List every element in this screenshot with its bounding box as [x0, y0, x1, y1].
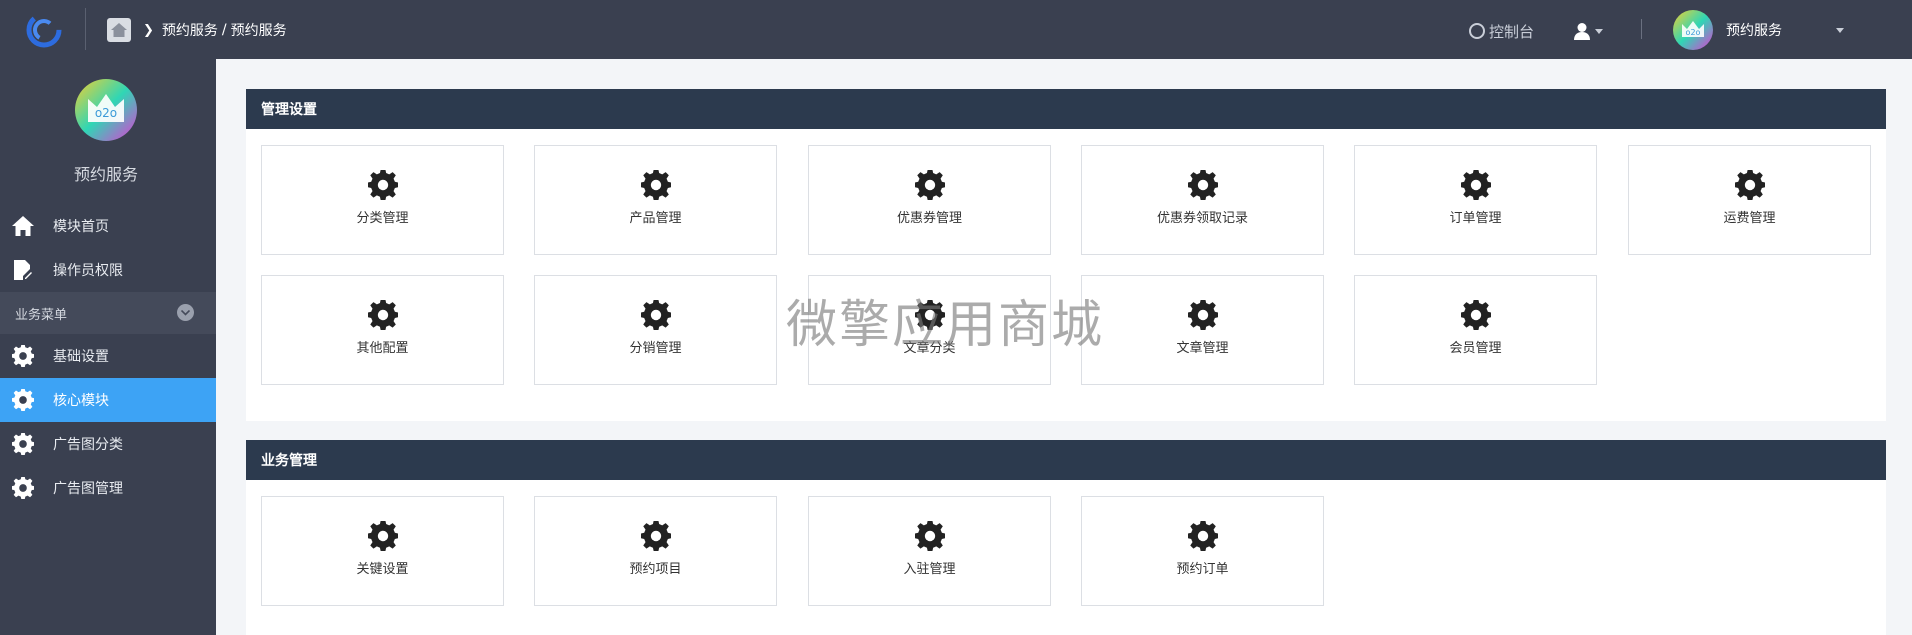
tile-key-settings[interactable]: 关键设置: [261, 496, 504, 606]
panel-title: 业务管理: [246, 440, 1886, 480]
header-divider: [1641, 19, 1642, 39]
tile-label: 预约订单: [1176, 562, 1229, 577]
module-title: 预约服务: [73, 165, 138, 184]
breadcrumb-section[interactable]: 预约服务: [162, 20, 218, 40]
gear-icon: [1461, 300, 1491, 330]
tile-merchant-onboarding[interactable]: 入驻管理: [808, 496, 1051, 606]
document-edit-icon: [12, 259, 34, 281]
header-divider: [85, 8, 86, 50]
gear-icon: [1735, 170, 1765, 200]
sidebar-item-label: 模块首页: [53, 219, 109, 235]
breadcrumb: ❯ 预约服务 / 预约服务: [143, 18, 287, 42]
tile-label: 产品管理: [629, 211, 682, 226]
avatar[interactable]: o2o: [1673, 10, 1713, 50]
tile-label: 优惠券领取记录: [1156, 211, 1248, 226]
tile-label: 其他配置: [356, 341, 409, 356]
gear-icon: [368, 170, 398, 200]
tile-label: 优惠券管理: [896, 211, 962, 226]
sidebar-section-label: 业务菜单: [15, 307, 68, 323]
console-link[interactable]: 控制台: [1469, 19, 1534, 43]
chevron-right-icon: ❯: [143, 22, 154, 38]
sidebar-item-label: 操作员权限: [53, 263, 123, 279]
tile-distribution-management[interactable]: 分销管理: [534, 275, 777, 385]
sidebar-item-operator-permissions[interactable]: 操作员权限: [0, 248, 216, 292]
module-avatar: o2o: [75, 79, 137, 141]
tile-booking-items[interactable]: 预约项目: [534, 496, 777, 606]
tile-label: 关键设置: [356, 562, 409, 577]
gear-icon: [641, 300, 671, 330]
home-icon: [111, 23, 127, 37]
tile-booking-orders[interactable]: 预约订单: [1081, 496, 1324, 606]
sidebar-item-ad-management[interactable]: 广告图管理: [0, 466, 216, 510]
tile-label: 运费管理: [1723, 211, 1776, 226]
tile-label: 分销管理: [629, 341, 682, 356]
gear-icon: [641, 170, 671, 200]
user-menu-dropdown[interactable]: [1573, 20, 1603, 42]
svg-text:o2o: o2o: [1686, 28, 1701, 37]
gear-icon: [915, 521, 945, 551]
tile-category-management[interactable]: 分类管理: [261, 145, 504, 255]
watermark: 微擎应用商城: [786, 296, 1105, 355]
caret-down-icon: [1595, 28, 1603, 34]
top-bar: ❯ 预约服务 / 预约服务 控制台 o2o 预约服务: [0, 0, 1912, 59]
tile-label: 会员管理: [1449, 341, 1502, 356]
sidebar-item-basic-settings[interactable]: 基础设置: [0, 334, 216, 378]
tile-order-management[interactable]: 订单管理: [1354, 145, 1597, 255]
sidebar-item-label: 基础设置: [53, 349, 109, 365]
chevron-down-icon[interactable]: [177, 304, 194, 321]
tile-product-management[interactable]: 产品管理: [534, 145, 777, 255]
tile-member-management[interactable]: 会员管理: [1354, 275, 1597, 385]
gear-icon: [1188, 170, 1218, 200]
tile-coupon-claim-records[interactable]: 优惠券领取记录: [1081, 145, 1324, 255]
home-button[interactable]: [107, 18, 131, 42]
gear-icon: [1461, 170, 1491, 200]
gear-icon: [12, 389, 34, 411]
gear-icon: [1188, 300, 1218, 330]
tile-label: 入驻管理: [903, 562, 956, 577]
user-name[interactable]: 预约服务: [1726, 20, 1782, 40]
panel-business-management: 业务管理 关键设置 预约项目 入驻管理 预约订单: [246, 440, 1886, 635]
tile-label: 分类管理: [356, 211, 409, 226]
breadcrumb-separator: /: [221, 22, 227, 38]
sidebar-section-business-menu[interactable]: 业务菜单: [0, 292, 216, 334]
panel-title: 管理设置: [246, 89, 1886, 129]
gear-icon: [368, 300, 398, 330]
breadcrumb-page: 预约服务: [230, 23, 287, 39]
tile-label: 文章管理: [1176, 341, 1229, 356]
gear-icon: [12, 345, 34, 367]
sidebar: o2o 预约服务 模块首页 操作员权限 业务菜单 基础设置 核心模块 广告图分类…: [0, 59, 216, 635]
dashboard-icon: [1469, 23, 1485, 39]
gear-icon: [12, 477, 34, 499]
gear-icon: [641, 521, 671, 551]
home-icon: [12, 215, 34, 237]
sidebar-item-module-home[interactable]: 模块首页: [0, 204, 216, 248]
gear-icon: [915, 170, 945, 200]
sidebar-item-ad-category[interactable]: 广告图分类: [0, 422, 216, 466]
tile-shipping-management[interactable]: 运费管理: [1628, 145, 1871, 255]
gear-icon: [368, 521, 398, 551]
tile-label: 订单管理: [1449, 211, 1502, 226]
caret-down-icon[interactable]: [1836, 28, 1844, 33]
tile-other-config[interactable]: 其他配置: [261, 275, 504, 385]
sidebar-item-label: 广告图分类: [53, 437, 123, 453]
sidebar-item-label: 广告图管理: [53, 481, 123, 497]
sidebar-item-core-module[interactable]: 核心模块: [0, 378, 216, 422]
gear-icon: [12, 433, 34, 455]
gear-icon: [1188, 521, 1218, 551]
tile-coupon-management[interactable]: 优惠券管理: [808, 145, 1051, 255]
user-icon: [1574, 23, 1590, 40]
sidebar-item-label: 核心模块: [53, 393, 109, 409]
console-label: 控制台: [1489, 22, 1535, 41]
svg-text:o2o: o2o: [95, 106, 117, 120]
tile-article-management[interactable]: 文章管理: [1081, 275, 1324, 385]
app-logo-icon[interactable]: [22, 9, 66, 51]
panel-management-settings: 管理设置 分类管理 产品管理 优惠券管理 优惠券领取记录 订单管理 运费管理 其…: [246, 89, 1886, 421]
tile-label: 预约项目: [629, 562, 682, 577]
